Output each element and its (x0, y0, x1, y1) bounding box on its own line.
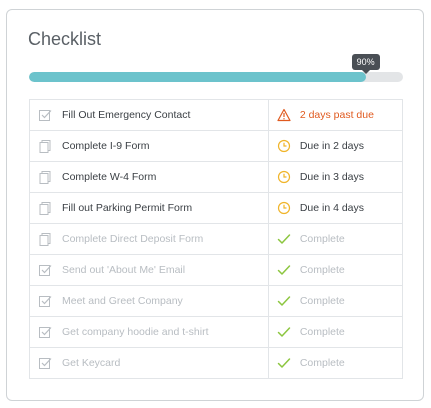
task-row[interactable]: Send out 'About Me' Email Complete (29, 254, 404, 286)
status-cell: Due in 2 days (267, 130, 404, 162)
status-label: Complete (299, 295, 345, 307)
checkbox-icon[interactable] (38, 108, 52, 122)
document-icon[interactable] (38, 139, 52, 153)
task-label[interactable]: Complete Direct Deposit Form (62, 233, 203, 245)
status-label: 2 days past due (299, 109, 374, 121)
task-label[interactable]: Complete W-4 Form (62, 171, 156, 183)
check-icon (277, 325, 291, 339)
document-icon[interactable] (38, 232, 52, 246)
progress-percent-badge: 90% (351, 54, 380, 74)
check-icon (277, 232, 291, 246)
status-label: Due in 3 days (299, 171, 365, 183)
status-cell: Due in 3 days (267, 161, 404, 193)
status-label: Due in 4 days (299, 202, 365, 214)
page-title: Checklist (28, 29, 102, 49)
status-cell: Complete (267, 285, 404, 317)
task-cell: Get Keycard (29, 347, 269, 379)
task-label[interactable]: Fill out Parking Permit Form (62, 202, 192, 214)
clock-icon (277, 201, 291, 215)
task-label[interactable]: Fill Out Emergency Contact (62, 109, 190, 121)
task-cell: Complete I-9 Form (29, 130, 269, 162)
progress-fill (29, 72, 366, 82)
task-label[interactable]: Complete I-9 Form (62, 140, 150, 152)
check-icon (277, 294, 291, 308)
document-icon[interactable] (38, 201, 52, 215)
status-label: Complete (299, 233, 345, 245)
check-icon (277, 263, 291, 277)
status-label: Complete (299, 357, 345, 369)
checkbox-icon[interactable] (38, 294, 52, 308)
task-table: Fill Out Emergency Contact 2 days past du… (29, 99, 404, 379)
status-cell: Complete (267, 347, 404, 379)
task-label[interactable]: Get company hoodie and t-shirt (62, 326, 209, 338)
status-label: Complete (299, 264, 345, 276)
checklist-card: Checklist 90% Fill Out Emergency Contact… (6, 9, 424, 401)
task-row[interactable]: Get Keycard Complete (29, 347, 404, 379)
task-label[interactable]: Meet and Greet Company (62, 295, 183, 307)
task-cell: Send out 'About Me' Email (29, 254, 269, 286)
task-label[interactable]: Get Keycard (62, 357, 120, 369)
task-cell: Get company hoodie and t-shirt (29, 316, 269, 348)
task-cell: Fill Out Emergency Contact (29, 99, 269, 131)
task-row[interactable]: Meet and Greet Company Complete (29, 285, 404, 317)
clock-icon (277, 170, 291, 184)
status-label: Complete (299, 326, 345, 338)
checkbox-icon[interactable] (38, 325, 52, 339)
status-cell: Due in 4 days (267, 192, 404, 224)
clock-icon (277, 139, 291, 153)
checkbox-icon[interactable] (38, 356, 52, 370)
task-row[interactable]: Complete Direct Deposit Form Complete (29, 223, 404, 255)
check-icon (277, 356, 291, 370)
task-cell: Meet and Greet Company (29, 285, 269, 317)
task-row[interactable]: Fill out Parking Permit Form Due in 4 day… (29, 192, 404, 224)
progress-bar (29, 72, 403, 82)
status-cell: Complete (267, 223, 404, 255)
task-cell: Fill out Parking Permit Form (29, 192, 269, 224)
checkbox-icon[interactable] (38, 263, 52, 277)
task-cell: Complete Direct Deposit Form (29, 223, 269, 255)
status-cell: Complete (267, 316, 404, 348)
status-label: Due in 2 days (299, 140, 365, 152)
task-row[interactable]: Fill Out Emergency Contact 2 days past du… (29, 99, 404, 131)
task-row[interactable]: Complete W-4 Form Due in 3 days (29, 161, 404, 193)
task-label[interactable]: Send out 'About Me' Email (62, 264, 185, 276)
task-cell: Complete W-4 Form (29, 161, 269, 193)
task-row[interactable]: Get company hoodie and t-shirt Complete (29, 316, 404, 348)
document-icon[interactable] (38, 170, 52, 184)
status-cell: Complete (267, 254, 404, 286)
task-row[interactable]: Complete I-9 Form Due in 2 days (29, 130, 404, 162)
warning-icon (277, 108, 291, 122)
status-cell: 2 days past due (267, 99, 404, 131)
